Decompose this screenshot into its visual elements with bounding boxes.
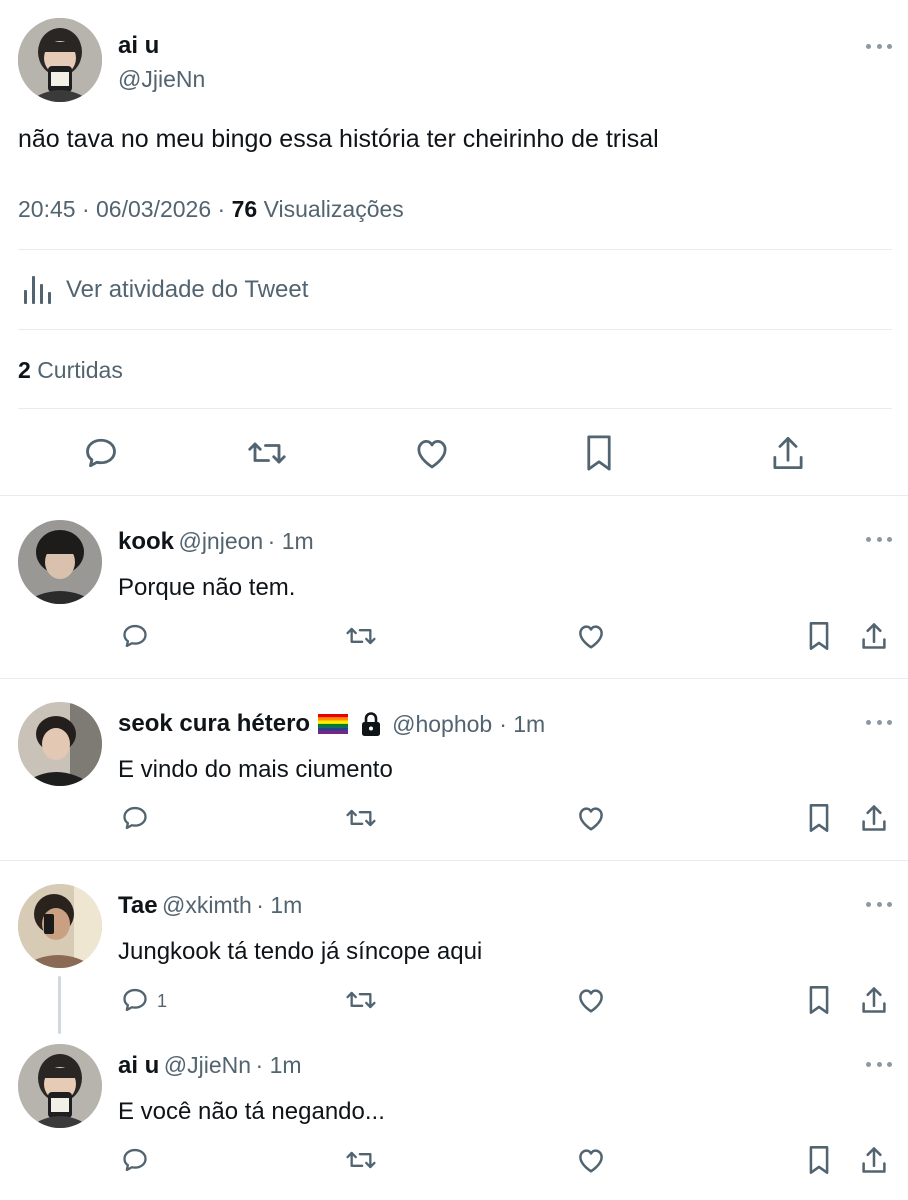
reply-author-handle[interactable]: @jnjeon <box>178 528 263 554</box>
bookmark-icon[interactable] <box>807 985 831 1015</box>
main-tweet-text: não tava no meu bingo essa história ter … <box>18 125 659 153</box>
reply-author-handle[interactable]: @hophob <box>392 711 492 738</box>
reply-author-name[interactable]: Tae <box>118 892 158 919</box>
retweet-icon[interactable] <box>344 622 378 650</box>
divider <box>0 678 908 679</box>
reply-header: Tae @xkimth · 1m <box>118 892 302 920</box>
reply-author-handle[interactable]: @JjieNn <box>164 1052 251 1078</box>
meta-separator: · <box>81 196 90 222</box>
reply-text: E vindo do mais ciumento <box>118 756 393 783</box>
reply-header: kook @jnjeon · 1m <box>118 528 314 556</box>
reply-author-avatar[interactable] <box>18 1044 102 1128</box>
retweet-icon[interactable] <box>344 804 378 832</box>
divider <box>18 249 892 250</box>
divider <box>18 408 892 409</box>
likes-label: Curtidas <box>37 357 123 383</box>
reply-time[interactable]: · 1m <box>499 711 545 738</box>
views-label: Visualizações <box>263 196 404 222</box>
like-icon[interactable] <box>413 436 451 470</box>
like-icon[interactable] <box>576 804 606 832</box>
bookmark-icon[interactable] <box>807 803 831 833</box>
tweet-activity-link[interactable]: Ver atividade do Tweet <box>18 268 418 312</box>
share-icon[interactable] <box>860 803 888 833</box>
divider <box>0 495 908 496</box>
share-icon[interactable] <box>860 621 888 651</box>
reply-icon[interactable] <box>120 1146 150 1174</box>
reply-icon[interactable] <box>120 804 150 832</box>
share-icon[interactable] <box>860 1145 888 1175</box>
activity-label: Ver atividade do Tweet <box>66 276 309 303</box>
thread-connector <box>58 976 61 1034</box>
reply-text: E você não tá negando... <box>118 1098 385 1125</box>
more-icon[interactable] <box>866 44 892 50</box>
more-icon[interactable] <box>866 902 892 908</box>
like-icon[interactable] <box>576 622 606 650</box>
views-count: 76 <box>231 196 258 222</box>
reply-header: ai u @JjieNn · 1m <box>118 1052 302 1080</box>
lock-icon <box>360 711 382 737</box>
share-icon[interactable] <box>860 985 888 1015</box>
reply-author-handle[interactable]: @xkimth <box>162 892 252 918</box>
main-author-name[interactable]: ai u <box>118 32 159 60</box>
reply-author-name[interactable]: kook <box>118 528 174 555</box>
divider <box>18 329 892 330</box>
divider <box>0 860 908 861</box>
tweet-metadata: 20:45 · 06/03/2026 · 76 Visualizações <box>18 196 404 223</box>
likes-summary[interactable]: 2 Curtidas <box>18 357 123 384</box>
reply-time[interactable]: · 1m <box>268 528 314 554</box>
reply-icon[interactable] <box>82 435 120 471</box>
retweet-icon[interactable] <box>246 435 288 471</box>
reply-time[interactable]: · 1m <box>256 892 302 918</box>
share-icon[interactable] <box>770 434 806 472</box>
likes-count: 2 <box>18 357 31 383</box>
reply-author-avatar[interactable] <box>18 702 102 786</box>
like-icon[interactable] <box>576 986 606 1014</box>
reply-header: seok cura hétero @hophob · 1m <box>118 710 545 738</box>
tweet-time[interactable]: 20:45 <box>18 196 76 222</box>
reply-icon[interactable] <box>120 622 150 650</box>
rainbow-flag-icon <box>318 714 349 734</box>
reply-text: Porque não tem. <box>118 574 296 601</box>
bookmark-icon[interactable] <box>807 621 831 651</box>
tweet-date[interactable]: 06/03/2026 <box>96 196 211 222</box>
more-icon[interactable] <box>866 720 892 726</box>
reply-icon[interactable] <box>120 986 150 1014</box>
more-icon[interactable] <box>866 1062 892 1068</box>
bookmark-icon[interactable] <box>807 1145 831 1175</box>
like-icon[interactable] <box>576 1146 606 1174</box>
reply-author-name[interactable]: ai u <box>118 1052 159 1079</box>
reply-author-avatar[interactable] <box>18 884 102 968</box>
retweet-icon[interactable] <box>344 1146 378 1174</box>
bookmark-icon[interactable] <box>584 434 614 472</box>
main-author-handle[interactable]: @JjieNn <box>118 66 205 93</box>
meta-separator: · <box>217 196 226 222</box>
reply-author-name[interactable]: seok cura hétero <box>118 710 310 738</box>
analytics-icon <box>22 272 54 306</box>
reply-time[interactable]: · 1m <box>256 1052 302 1078</box>
retweet-icon[interactable] <box>344 986 378 1014</box>
more-icon[interactable] <box>866 537 892 543</box>
reply-count: 1 <box>157 991 168 1011</box>
main-author-avatar[interactable] <box>18 18 102 102</box>
reply-text: Jungkook tá tendo já síncope aqui <box>118 938 483 965</box>
reply-author-avatar[interactable] <box>18 520 102 604</box>
